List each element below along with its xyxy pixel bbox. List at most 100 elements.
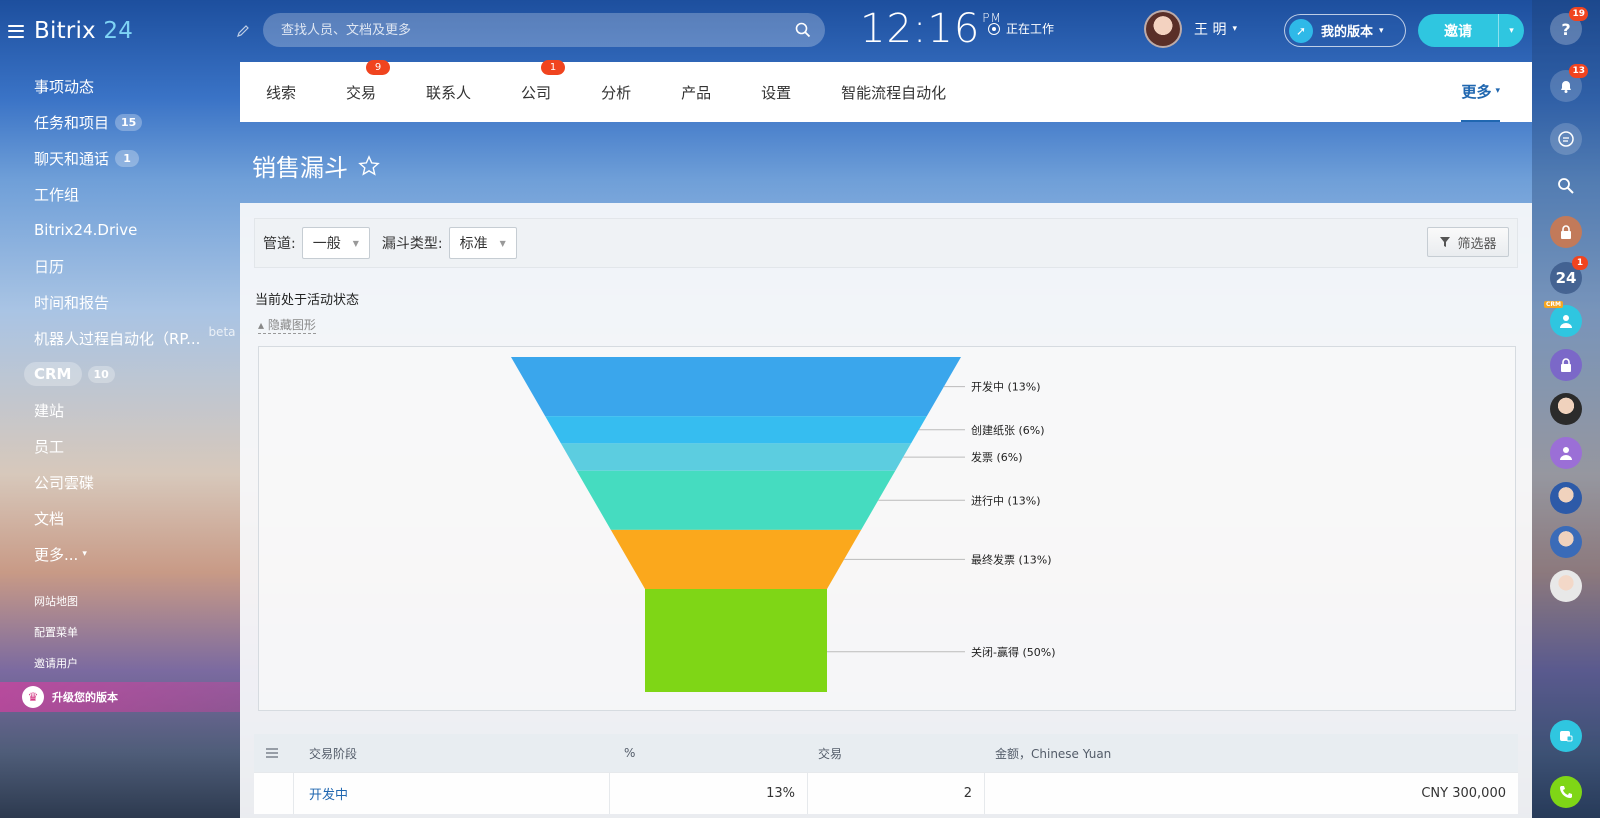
filter-icon (1440, 237, 1451, 247)
star-icon[interactable] (358, 154, 380, 177)
menu-icon[interactable] (8, 24, 24, 38)
sidebar-item-drive[interactable]: Bitrix24.Drive (0, 212, 240, 248)
clock[interactable]: 12:16 PM (860, 6, 1002, 52)
work-status[interactable]: 正在工作 (988, 20, 1054, 37)
table-settings-icon[interactable] (254, 734, 294, 772)
avatar[interactable] (1550, 482, 1582, 514)
sidebar-item-label: Bitrix24.Drive (34, 221, 138, 239)
deals-cell: 2 (808, 773, 985, 814)
funnel-segment[interactable] (511, 357, 961, 417)
tab-contacts[interactable]: 联系人 (426, 82, 471, 103)
sidebar-item-crm[interactable]: CRM 10 (0, 356, 240, 392)
left-sidebar: Bitrix 24 事项动态 任务和项目 15 聊天和通话 1 工作组 Bitrix… (0, 0, 240, 818)
sidebar-item-activity-stream[interactable]: 事项动态 (0, 68, 240, 104)
sidebar-item-label: 更多... (34, 545, 79, 564)
user-icon[interactable] (1550, 437, 1582, 469)
funnel-segment[interactable] (560, 443, 912, 471)
tab-companies[interactable]: 公司 1 (521, 59, 566, 103)
tab-deals[interactable]: 交易 9 (346, 59, 391, 103)
funnel-label: 最终发票 (13%) (971, 552, 1052, 566)
search-icon[interactable] (795, 22, 811, 38)
funnel-label: 开发中 (13%) (971, 380, 1041, 394)
app-logo[interactable]: Bitrix 24 (34, 18, 133, 44)
open-channel-icon[interactable] (1550, 720, 1582, 752)
funnel-type-select[interactable]: 标准 ▼ (448, 227, 517, 259)
tab-settings[interactable]: 设置 (761, 82, 791, 103)
help-badge: 19 (1569, 7, 1588, 21)
rocket-icon: ➚ (1289, 18, 1313, 43)
percent-cell: 13% (610, 773, 808, 814)
tab-badge: 1 (541, 59, 566, 75)
phone-icon[interactable] (1550, 776, 1582, 808)
sidebar-item-label: 日历 (34, 257, 65, 276)
b24-icon[interactable]: 24 1 (1550, 256, 1588, 294)
bell-icon[interactable]: 13 (1550, 64, 1588, 102)
tab-analytics[interactable]: 分析 (601, 82, 631, 103)
invite-button[interactable]: 邀请 ▾ (1418, 14, 1524, 47)
notify-badge: 13 (1569, 64, 1588, 78)
sidebar-item-tasks[interactable]: 任务和项目 15 (0, 104, 240, 140)
tab-leads[interactable]: 线索 (266, 82, 296, 103)
chat-icon[interactable] (1550, 123, 1582, 155)
stage-link[interactable]: 开发中 (309, 784, 348, 803)
right-rail: ? 19 13 24 1 CRM (1532, 0, 1600, 818)
funnel-segment[interactable] (545, 416, 927, 444)
column-header-amount[interactable]: 金额，Chinese Yuan (985, 734, 1518, 772)
column-header-percent[interactable]: % (610, 734, 808, 772)
sidebar-item-chat[interactable]: 聊天和通话 1 (0, 140, 240, 176)
pencil-icon[interactable] (236, 24, 250, 38)
sidebar-item-label: 建站 (34, 401, 65, 420)
sidebar-item-calendar[interactable]: 日历 (0, 248, 240, 284)
group-avatar[interactable] (1550, 570, 1582, 602)
upgrade-button[interactable]: ♛ 升级您的版本 (0, 682, 240, 712)
column-header-stage[interactable]: 交易阶段 (294, 734, 610, 772)
chevron-down-icon: ▾ (1232, 24, 1237, 34)
funnel-segment[interactable] (645, 589, 827, 692)
sidebar-item-more[interactable]: 更多... ▾ (0, 536, 240, 572)
configure-menu-link[interactable]: 配置菜单 (34, 624, 78, 640)
sidebar-item-sites[interactable]: 建站 (0, 392, 240, 428)
sidebar-item-documents[interactable]: 文档 (0, 500, 240, 536)
sidebar-item-workgroups[interactable]: 工作组 (0, 176, 240, 212)
sidebar-item-employees[interactable]: 员工 (0, 428, 240, 464)
filter-button[interactable]: 筛选器 (1427, 227, 1509, 257)
user-menu[interactable]: 王 明 ▾ (1144, 10, 1237, 48)
tab-products[interactable]: 产品 (681, 82, 711, 103)
avatar[interactable] (1550, 526, 1582, 558)
sidebar-nav: 事项动态 任务和项目 15 聊天和通话 1 工作组 Bitrix24.Drive 日… (0, 68, 240, 572)
sidebar-item-company-drive[interactable]: 公司雲碟 (0, 464, 240, 500)
chevron-down-icon: ▾ (1379, 25, 1384, 36)
invite-users-link[interactable]: 邀请用户 (34, 655, 78, 671)
row-spacer (254, 773, 294, 814)
sidebar-item-time-reports[interactable]: 时间和报告 (0, 284, 240, 320)
tab-badge: 9 (366, 59, 391, 75)
caret-up-icon: ▴ (258, 318, 268, 332)
counter-badge: 10 (87, 365, 115, 383)
b24-badge: 1 (1572, 256, 1588, 270)
search-bar[interactable] (263, 13, 825, 47)
pipeline-select[interactable]: 一般 ▼ (301, 227, 370, 259)
help-icon[interactable]: ? 19 (1550, 7, 1588, 45)
lock-icon[interactable] (1550, 349, 1582, 381)
sitemap-link[interactable]: 网站地图 (34, 593, 78, 609)
search-input[interactable] (281, 22, 795, 38)
user-name: 王 明 (1194, 22, 1227, 38)
active-status-label: 当前处于活动状态 (255, 293, 360, 308)
table-row: 开发中 13% 2 CNY 300,000 (254, 772, 1518, 814)
search-icon[interactable] (1550, 170, 1582, 202)
avatar[interactable] (1550, 393, 1582, 425)
hide-chart-link[interactable]: ▴ 隐藏图形 (258, 316, 316, 334)
funnel-segment[interactable] (610, 529, 862, 589)
pipeline-label: 管道: (263, 236, 296, 252)
tab-automation[interactable]: 智能流程自动化 (841, 82, 946, 103)
tab-more[interactable]: 更多 ▾ (1461, 62, 1500, 122)
funnel-chart-svg: 开发中 (13%) 创建纸张 (6%) 发票 (6%) 进行中 (13%) 最终发票 (… (511, 357, 1056, 692)
crm-contact-icon[interactable]: CRM (1544, 301, 1582, 337)
my-version-button[interactable]: ➚ 我的版本 ▾ (1284, 14, 1406, 47)
sidebar-item-rpa[interactable]: 机器人过程自动化（RP... beta (0, 320, 240, 356)
b24-label: 24 (1555, 269, 1577, 287)
lock-icon[interactable] (1550, 216, 1582, 248)
funnel-segment[interactable] (576, 470, 896, 530)
chevron-down-icon[interactable]: ▾ (1498, 14, 1524, 47)
column-header-deals[interactable]: 交易 (808, 734, 985, 772)
